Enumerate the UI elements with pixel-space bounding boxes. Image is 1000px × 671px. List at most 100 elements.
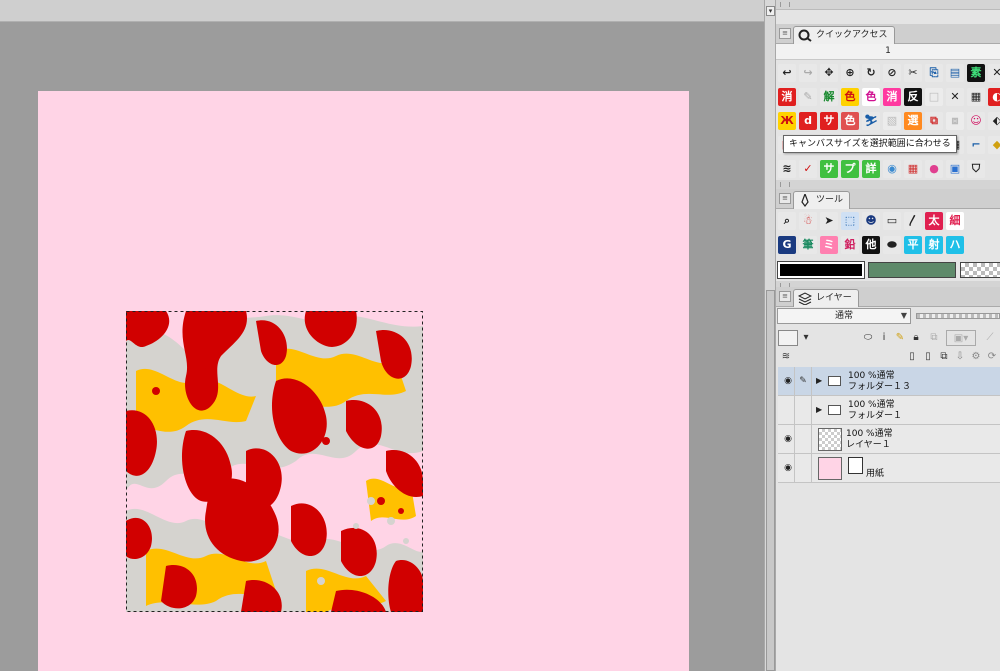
panel-menu-icon[interactable]: ≡ [779, 28, 791, 39]
half-icon[interactable]: ⬖ [988, 112, 1000, 130]
rotate-icon[interactable]: ↻ [862, 64, 880, 82]
flat-tool-icon[interactable]: 平 [904, 236, 922, 254]
layer-row[interactable]: ▶ 100 %通常 フォルダー１ [778, 396, 1000, 425]
panel-menu-icon[interactable]: ≡ [779, 291, 791, 302]
transparent-swatch[interactable] [960, 262, 1000, 278]
pen-off-icon[interactable]: ✎ [799, 88, 817, 106]
opacity-slider[interactable] [916, 313, 1000, 319]
cut-icon[interactable]: ✂ [904, 64, 922, 82]
layer-row[interactable]: ◉ 100 %通常 レイヤー１ [778, 425, 1000, 454]
rect-tool-icon[interactable]: ▭ [883, 212, 901, 230]
layer-settings-icon[interactable]: ⚙ [968, 349, 984, 365]
navigator-icon[interactable]: ◉ [883, 160, 901, 178]
ruler-icon[interactable]: ⌐ [967, 136, 985, 154]
crosshair-icon[interactable]: ⊕ [841, 64, 859, 82]
figure-icon[interactable]: ⛷ [862, 112, 880, 130]
undo-icon[interactable]: ↩ [778, 64, 796, 82]
detail-green-icon[interactable]: 詳 [862, 160, 880, 178]
mask-icon[interactable]: ⬭ [860, 330, 876, 346]
invert-icon[interactable]: 反 [904, 88, 922, 106]
close-small-icon[interactable]: ✕ [988, 64, 1000, 82]
panel-menu-icon[interactable]: ≡ [779, 193, 791, 204]
new-raster-layer-icon[interactable]: ▯ [904, 349, 920, 365]
lock-transparent-icon[interactable]: ⧉ [926, 330, 942, 346]
ruler-layer-icon[interactable]: ⟋ [982, 330, 998, 346]
collapse-arrow-icon[interactable]: ▾ [766, 6, 775, 16]
character-icon[interactable]: ☺ [967, 112, 985, 130]
expand-arrow-icon[interactable]: ▶ [816, 376, 822, 385]
bucket-icon[interactable]: ⛉ [967, 160, 985, 178]
expand-arrow-icon[interactable]: ▶ [816, 405, 822, 414]
cross-icon[interactable]: ✕ [946, 88, 964, 106]
scissors-select-icon[interactable]: Ж [778, 112, 796, 130]
sa-green-icon[interactable]: サ [820, 160, 838, 178]
layer-color-box[interactable] [778, 330, 798, 346]
color-set-icon[interactable]: ▣ [946, 160, 964, 178]
eye-icon[interactable]: ◉ [781, 462, 795, 474]
blob-tool-icon[interactable]: ⬬ [883, 236, 901, 254]
figure-tool-icon[interactable]: ☃ [799, 212, 817, 230]
deselect-icon[interactable]: 解 [820, 88, 838, 106]
merge-down-icon[interactable]: ⇩ [952, 349, 968, 365]
material-icon[interactable]: 素 [967, 64, 985, 82]
panel-splitter[interactable]: ▾ [764, 0, 776, 671]
pu-green-icon[interactable]: プ [841, 160, 859, 178]
brush-tool-icon[interactable]: 筆 [799, 236, 817, 254]
draft-layer-icon[interactable]: ✎ [892, 330, 908, 346]
selection-artwork[interactable] [126, 311, 423, 612]
copy-icon[interactable]: ⎘ [925, 64, 943, 82]
paste-icon[interactable]: ▤ [946, 64, 964, 82]
layer-property-icon[interactable]: ≋ [778, 349, 794, 365]
tab-tool[interactable]: ツール [793, 191, 851, 209]
tab-layer[interactable]: レイヤー [793, 289, 859, 307]
clear-icon[interactable]: ⊘ [883, 64, 901, 82]
other-tool-icon[interactable]: 他 [862, 236, 880, 254]
diamond-icon[interactable]: ◆ [988, 136, 1000, 154]
redo-icon[interactable]: ↪ [799, 64, 817, 82]
g-tool-icon[interactable]: G [778, 236, 796, 254]
tab-quick-access[interactable]: クイックアクセス [793, 26, 895, 44]
delete-layer-icon[interactable]: ⟳ [984, 349, 1000, 365]
dim-icon[interactable]: □ [925, 88, 943, 106]
layers-icon[interactable]: ≋ [778, 160, 796, 178]
layer-row[interactable]: ◉ ✎ ▶ 100 %通常 フォルダー１３ [778, 367, 1000, 396]
canvas-area[interactable] [0, 0, 764, 671]
new-folder-icon[interactable]: ⧉ [936, 349, 952, 365]
color-fill-icon[interactable]: 色 [841, 112, 859, 130]
pen-icon[interactable]: ✎ [797, 375, 809, 387]
thin-tool-icon[interactable]: 細 [946, 212, 964, 230]
select-orange-icon[interactable]: 選 [904, 112, 922, 130]
eye-icon[interactable]: ◉ [781, 433, 795, 445]
color-select-icon[interactable]: 色 [841, 88, 859, 106]
ha-tool-icon[interactable]: ハ [946, 236, 964, 254]
ref-layer-icon[interactable]: i [876, 330, 892, 346]
grid-select-icon[interactable]: ▦ [967, 88, 985, 106]
transform-icon[interactable]: ✥ [820, 64, 838, 82]
color-select-2-icon[interactable]: 色 [862, 88, 880, 106]
dim-pattern-icon[interactable]: ▧ [883, 112, 901, 130]
move-tool-icon[interactable]: ➤ [820, 212, 838, 230]
chevron-down-icon[interactable]: ▾ [798, 330, 814, 346]
brush-d-icon[interactable]: d [799, 112, 817, 130]
main-color-swatch[interactable] [777, 261, 865, 279]
red-mask-icon[interactable]: ◐ [988, 88, 1000, 106]
lock-icon[interactable]: 🔒︎ [908, 330, 924, 346]
color-wheel-icon[interactable]: ● [925, 160, 943, 178]
face-tool-icon[interactable]: ☻ [862, 212, 880, 230]
dim-frame-icon[interactable]: ⧈ [946, 112, 964, 130]
check-icon[interactable]: ✓ [799, 160, 817, 178]
mask-menu-icon[interactable]: ▣▾ [946, 330, 976, 346]
quick-access-page-selector[interactable]: 1 [776, 44, 1000, 60]
erase-2-icon[interactable]: 消 [883, 88, 901, 106]
blend-mode-select[interactable]: 通常 ▼ [777, 308, 911, 324]
layer-row[interactable]: ◉ 用紙 [778, 454, 1000, 483]
mi-tool-icon[interactable]: ミ [820, 236, 838, 254]
eye-icon[interactable]: ◉ [781, 375, 795, 387]
pencil-tool-icon[interactable]: 鉛 [841, 236, 859, 254]
new-vector-layer-icon[interactable]: ▯ [920, 349, 936, 365]
sa-icon[interactable]: サ [820, 112, 838, 130]
color-grid-icon[interactable]: ▦ [904, 160, 922, 178]
line-tool-icon[interactable]: 〳 [904, 212, 922, 230]
selection-tool-icon[interactable]: ⬚ [841, 212, 859, 230]
bold-tool-icon[interactable]: 太 [925, 212, 943, 230]
